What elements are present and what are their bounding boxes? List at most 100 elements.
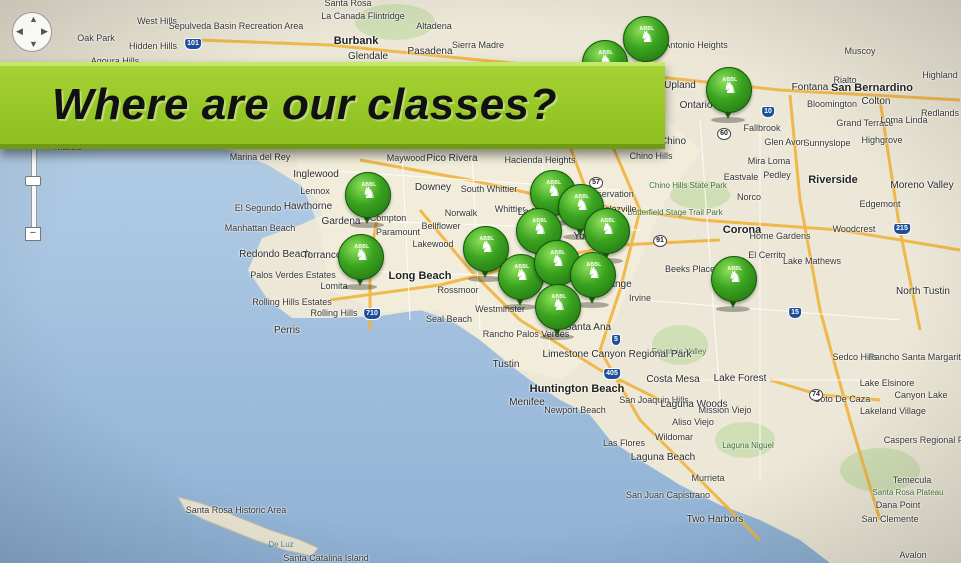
- place-label: Chino Hills State Park: [649, 181, 727, 190]
- place-label: Limestone Canyon Regional Park: [542, 349, 692, 360]
- class-logo-icon: ABBL♞: [594, 218, 622, 241]
- place-label: Sepulveda Basin Recreation Area: [168, 21, 304, 31]
- place-label: Santa Rosa Plateau: [872, 488, 944, 497]
- place-label: Lake Forest: [713, 373, 767, 384]
- place-label: Sunnyslope: [803, 138, 851, 148]
- marker-logo-text: ABBL: [639, 26, 655, 32]
- place-label: Muscoy: [844, 46, 876, 56]
- map-marker-icon[interactable]: ABBL♞: [344, 172, 391, 228]
- place-label: Pedley: [763, 170, 791, 180]
- place-label: Newport Beach: [544, 405, 606, 415]
- place-label: Moreno Valley: [890, 180, 954, 191]
- place-label: Hacienda Heights: [504, 155, 576, 165]
- marker-logo-text: ABBL: [551, 294, 567, 300]
- place-label: Altadena: [416, 21, 452, 31]
- marker-logo-text: ABBL: [514, 264, 530, 270]
- marker-head: ABBL♞: [623, 16, 669, 62]
- place-label: Hawthorne: [283, 201, 333, 212]
- place-label: Beeks Place: [664, 264, 716, 274]
- route-shield-icon: 60: [717, 128, 731, 140]
- place-label: Rolling Hills: [310, 308, 358, 318]
- map-marker-icon[interactable]: ABBL♞: [534, 284, 581, 340]
- marker-head: ABBL♞: [338, 234, 384, 280]
- map-marker-icon[interactable]: ABBL♞: [705, 67, 752, 123]
- pan-down-icon[interactable]: ▼: [29, 39, 38, 49]
- place-label: South Whittier: [460, 184, 518, 194]
- marker-head: ABBL♞: [706, 67, 752, 113]
- place-label: Wildomar: [654, 432, 694, 442]
- place-label: Murrieta: [691, 473, 725, 483]
- place-label: Avalon: [899, 550, 927, 560]
- place-label: El Segundo: [234, 203, 282, 213]
- pan-right-icon[interactable]: ▶: [41, 26, 48, 37]
- marker-logo-text: ABBL: [600, 218, 616, 224]
- class-logo-icon: ABBL♞: [580, 262, 608, 285]
- marker-logo-text: ABBL: [586, 262, 602, 268]
- place-label: Mira Loma: [747, 156, 791, 166]
- pan-up-icon[interactable]: ▲: [29, 14, 38, 24]
- place-label: Upland: [664, 80, 696, 91]
- zoom-slider-handle[interactable]: [25, 176, 41, 186]
- place-label: Colton: [861, 96, 891, 107]
- place-label: Irvine: [628, 293, 652, 303]
- place-label: Laguna Niguel: [722, 441, 774, 450]
- marker-head: ABBL♞: [711, 256, 757, 302]
- place-label: Dana Point: [875, 500, 921, 510]
- map-marker-icon[interactable]: ABBL♞: [337, 234, 384, 290]
- place-label: Marina del Rey: [229, 152, 291, 162]
- place-label: Huntington Beach: [529, 383, 625, 395]
- place-label: Fontana: [791, 82, 829, 93]
- zoom-out-button[interactable]: −: [25, 227, 41, 241]
- place-label: Menifee: [509, 397, 545, 408]
- place-label: Fallbrook: [743, 123, 781, 133]
- place-label: Lake Elsinore: [859, 378, 915, 388]
- place-label: Chino Hills: [629, 151, 673, 161]
- place-label: Santa Rosa: [324, 0, 372, 8]
- place-label: Costa Mesa: [646, 374, 700, 385]
- place-label: Aliso Viejo: [672, 417, 714, 427]
- map-marker-icon[interactable]: ABBL♞: [710, 256, 757, 312]
- place-label: Hidden Hills: [128, 41, 178, 51]
- place-label: Sedco Hills: [832, 352, 878, 362]
- place-label: Oak Park: [77, 33, 115, 43]
- class-logo-icon: ABBL♞: [508, 264, 536, 287]
- pan-left-icon[interactable]: ◀: [16, 26, 23, 37]
- route-shield-icon: 91: [653, 235, 667, 247]
- class-logo-icon: ABBL♞: [355, 182, 383, 205]
- place-label: Redondo Beach: [239, 249, 311, 260]
- place-label: Lakeland Village: [860, 406, 926, 416]
- route-shield-icon: 74: [809, 389, 823, 401]
- place-label: Rolling Hills Estates: [252, 297, 332, 307]
- class-logo-icon: ABBL♞: [526, 218, 554, 241]
- place-label: Lakewood: [412, 239, 454, 249]
- place-label: Norwalk: [444, 208, 478, 218]
- zoom-slider-icon[interactable]: [31, 145, 37, 239]
- class-logo-icon: ABBL♞: [348, 244, 376, 267]
- place-label: Butterfield Stage Trail Park: [627, 208, 723, 217]
- class-logo-icon: ABBL♞: [721, 266, 749, 289]
- place-label: Santa Catalina Island: [283, 553, 369, 563]
- marker-logo-text: ABBL: [727, 266, 743, 272]
- route-shield-icon: 215: [893, 223, 911, 235]
- place-label: Seal Beach: [425, 314, 473, 324]
- pan-control-icon[interactable]: ▲ ▼ ◀ ▶: [12, 12, 52, 52]
- marker-logo-text: ABBL: [598, 50, 614, 56]
- map-canvas[interactable]: Santa Rosa West Hills Sepulveda Basin Recr…: [0, 0, 961, 563]
- banner-title: Where are our classes?: [52, 80, 558, 129]
- place-label: Torrance: [302, 250, 342, 261]
- place-label: Two Harbors: [686, 514, 744, 525]
- place-label: Canyon Lake: [894, 390, 948, 400]
- place-label: Burbank: [333, 35, 379, 47]
- place-label: San Clemente: [861, 514, 919, 524]
- place-label: Rossmoor: [437, 285, 479, 295]
- place-label: Caspers Regional Park: [883, 435, 961, 445]
- place-label: La Canada Flintridge: [321, 11, 405, 21]
- place-label: Rancho Santa Margarita: [868, 352, 961, 362]
- marker-logo-text: ABBL: [361, 182, 377, 188]
- place-label: Mission Viejo: [698, 405, 752, 415]
- place-label: Pico Rivera: [426, 153, 478, 164]
- place-label: Lennox: [300, 186, 330, 196]
- marker-logo-text: ABBL: [574, 194, 590, 200]
- place-label: Laguna Beach: [630, 452, 696, 463]
- marker-logo-text: ABBL: [354, 244, 370, 250]
